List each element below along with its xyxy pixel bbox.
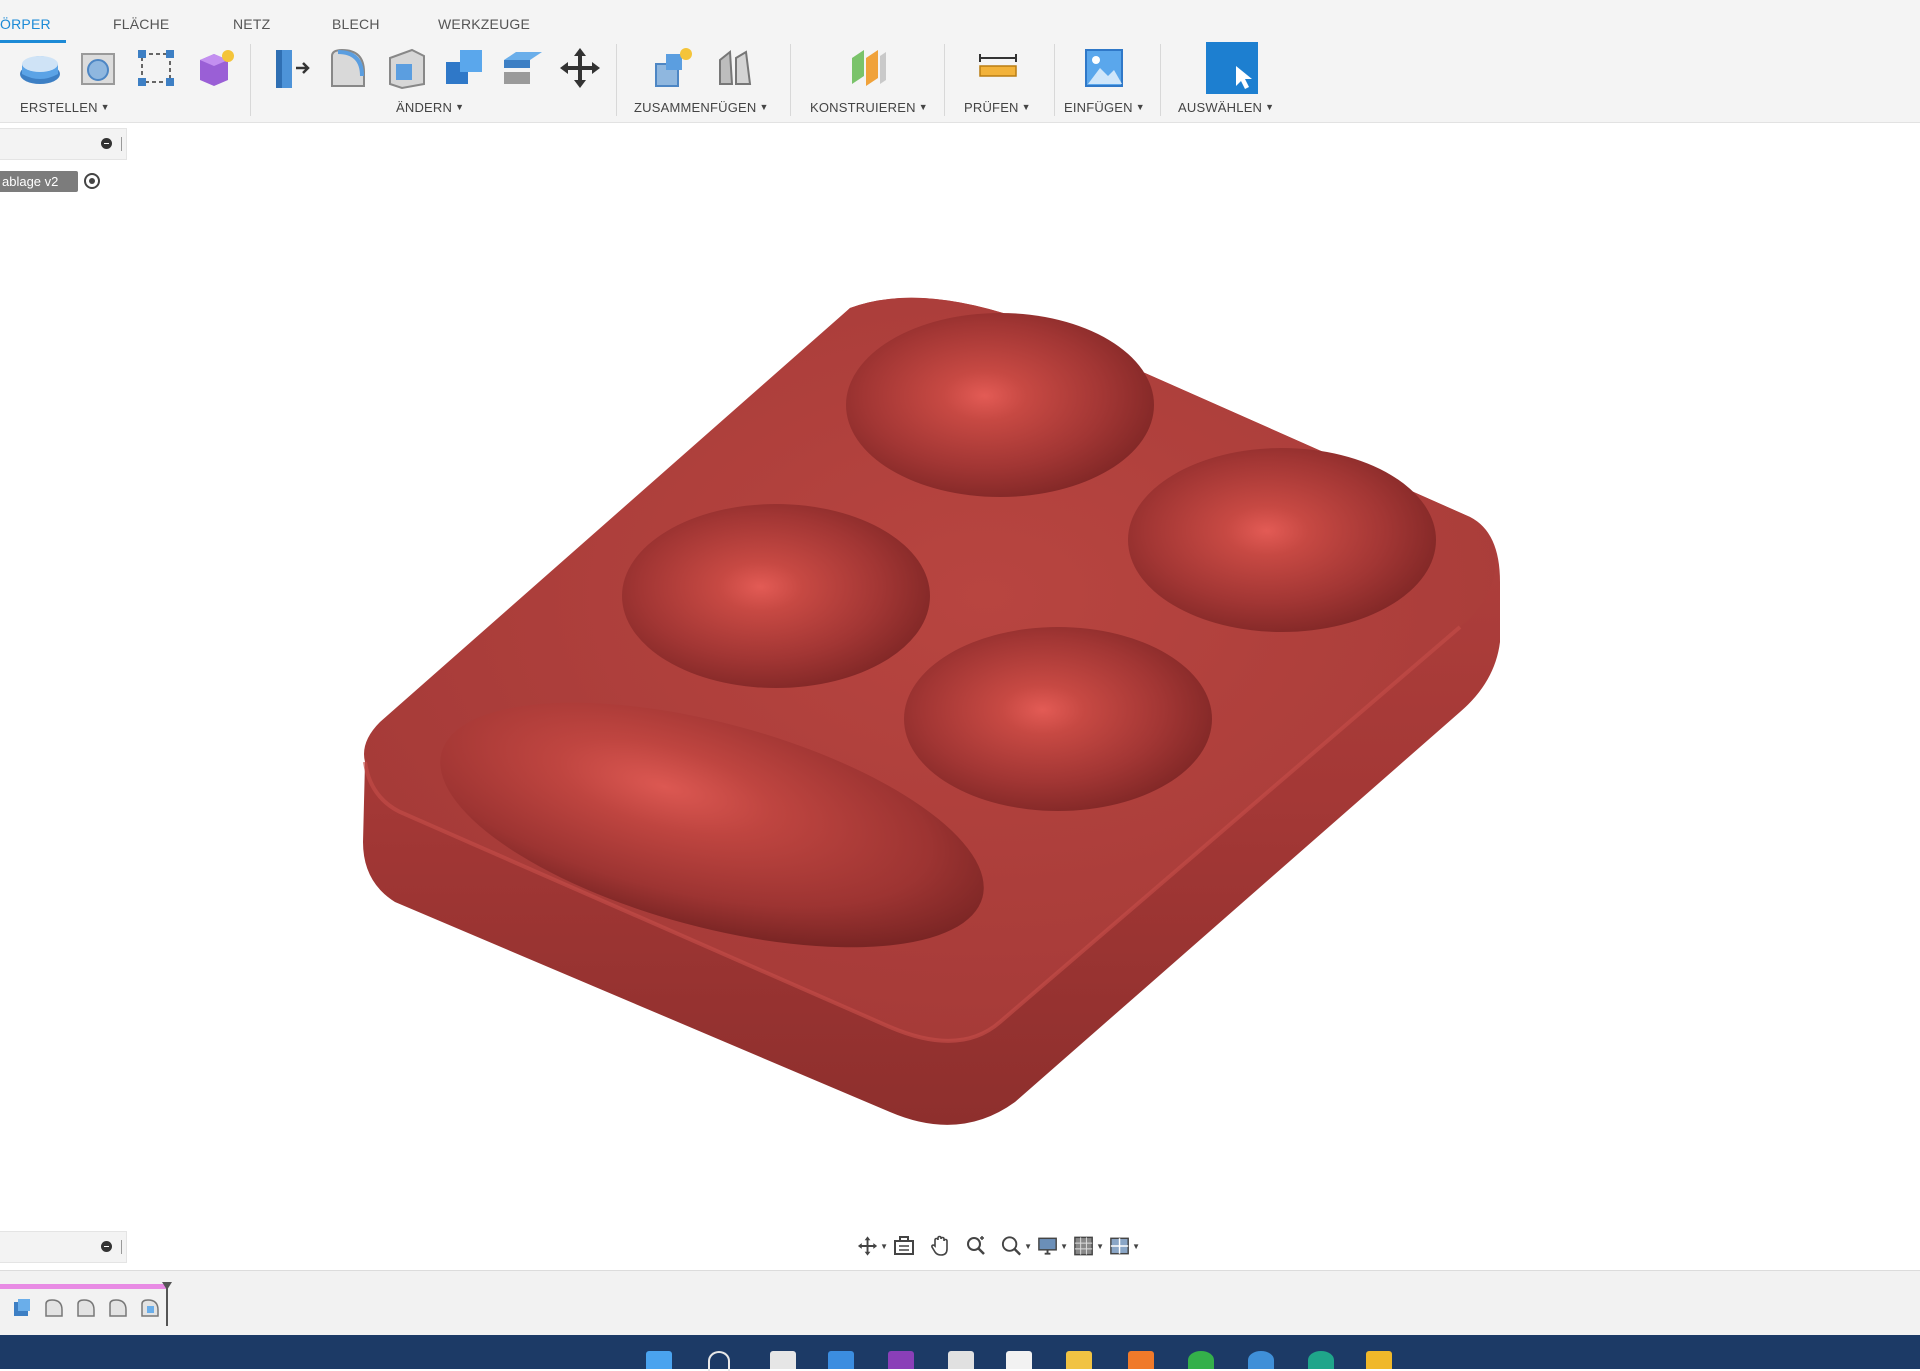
press-pull-icon[interactable]: [266, 44, 314, 92]
group-pruefen[interactable]: PRÜFEN ▼: [964, 100, 1031, 115]
active-tab-indicator: [0, 40, 66, 43]
whatsapp-icon[interactable]: [1188, 1351, 1214, 1369]
chevron-down-icon: ▼: [1096, 1241, 1104, 1251]
group-auswaehlen[interactable]: AUSWÄHLEN ▼: [1178, 100, 1274, 115]
round-well: [1128, 448, 1436, 632]
firefox-icon[interactable]: [1128, 1351, 1154, 1369]
chevron-down-icon: ▼: [918, 102, 928, 112]
timeline-feature-fillet-icon[interactable]: [106, 1296, 130, 1320]
search-icon[interactable]: [708, 1351, 730, 1371]
offset-plane-icon[interactable]: [844, 44, 892, 92]
measure-icon[interactable]: [974, 44, 1022, 92]
onenote-icon[interactable]: [888, 1351, 914, 1369]
chevron-down-icon: ▼: [880, 1241, 888, 1251]
new-component-icon[interactable]: [648, 44, 696, 92]
fillet-icon[interactable]: [324, 44, 372, 92]
tab-flaeche[interactable]: FLÄCHE: [113, 16, 169, 32]
form-icon[interactable]: [190, 44, 238, 92]
zoom-icon[interactable]: [964, 1233, 996, 1259]
contacts-icon[interactable]: [1006, 1351, 1032, 1369]
chevron-down-icon: ▼: [1132, 1241, 1140, 1251]
timeline-track[interactable]: [0, 1282, 172, 1326]
round-well: [846, 313, 1154, 497]
group-einfuegen[interactable]: EINFÜGEN ▼: [1064, 100, 1145, 115]
round-well: [622, 504, 930, 688]
tab-netz[interactable]: NETZ: [233, 16, 270, 32]
comments-panel-header[interactable]: [0, 1231, 127, 1263]
model-tray[interactable]: [0, 122, 1920, 1270]
windows-taskbar: [0, 1335, 1920, 1371]
group-label: AUSWÄHLEN: [1178, 100, 1263, 115]
joint-icon[interactable]: [710, 44, 758, 92]
chevron-down-icon: ▼: [100, 102, 110, 112]
timeline-feature-fillet-icon[interactable]: [74, 1296, 98, 1320]
folder-icon[interactable]: [1066, 1351, 1092, 1369]
group-zusammenfuegen[interactable]: ZUSAMMENFÜGEN ▼: [634, 100, 769, 115]
insert-image-icon[interactable]: [1080, 44, 1128, 92]
group-label: PRÜFEN: [964, 100, 1019, 115]
chevron-down-icon: ▼: [1135, 102, 1145, 112]
pan-icon[interactable]: [928, 1233, 960, 1259]
combine-icon[interactable]: [440, 44, 488, 92]
canvas-viewport[interactable]: [0, 122, 1920, 1270]
grid-icon[interactable]: ▼: [1072, 1233, 1104, 1259]
group-label: ERSTELLEN: [20, 100, 98, 115]
group-label: ÄNDERN: [396, 100, 453, 115]
toolbar-separator: [1054, 44, 1055, 116]
group-label: EINFÜGEN: [1064, 100, 1133, 115]
fusion-icon[interactable]: [1366, 1351, 1392, 1369]
group-erstellen[interactable]: ERSTELLEN ▼: [20, 100, 110, 115]
tab-blech[interactable]: BLECH: [332, 16, 380, 32]
orbit-icon[interactable]: ▼: [856, 1233, 888, 1259]
timeline-progress: [0, 1284, 166, 1289]
fit-icon[interactable]: ▼: [1000, 1233, 1032, 1259]
toolbar-separator: [1160, 44, 1161, 116]
group-label: ZUSAMMENFÜGEN: [634, 100, 757, 115]
panel-grip-handle[interactable]: [121, 1240, 122, 1254]
round-well: [904, 627, 1212, 811]
chevron-down-icon: ▼: [455, 102, 465, 112]
toolbar-separator: [250, 44, 251, 116]
chevron-down-icon: ▼: [1024, 1241, 1032, 1251]
toolbar-separator: [616, 44, 617, 116]
display-settings-icon[interactable]: ▼: [1036, 1233, 1068, 1259]
chevron-down-icon: ▼: [1060, 1241, 1068, 1251]
calendar-icon[interactable]: [948, 1351, 974, 1369]
shell-icon[interactable]: [382, 44, 430, 92]
group-aendern[interactable]: ÄNDERN ▼: [396, 100, 464, 115]
viewports-icon[interactable]: ▼: [1108, 1233, 1140, 1259]
toolbar-separator: [790, 44, 791, 116]
start-icon[interactable]: [646, 1351, 672, 1369]
browser-icon[interactable]: [1248, 1351, 1274, 1369]
extrude-icon[interactable]: [16, 44, 64, 92]
file-icon[interactable]: [770, 1351, 796, 1369]
select-icon[interactable]: [1206, 42, 1258, 94]
timeline: [0, 1270, 1920, 1336]
toolbar-separator: [944, 44, 945, 116]
chevron-down-icon: ▼: [1021, 102, 1031, 112]
timeline-feature-shell-icon[interactable]: [138, 1296, 162, 1320]
sketch-icon[interactable]: [132, 44, 180, 92]
edge-icon[interactable]: [1308, 1351, 1334, 1369]
timeline-marker[interactable]: [162, 1282, 172, 1326]
navigation-bar: ▼ ▼ ▼ ▼ ▼: [856, 1232, 1140, 1260]
group-label: KONSTRUIEREN: [810, 100, 916, 115]
toolbar: ÖRPER FLÄCHE NETZ BLECH WERKZEUGE ERSTEL…: [0, 0, 1920, 123]
chevron-down-icon: ▼: [759, 102, 769, 112]
task-view-icon[interactable]: [828, 1351, 854, 1369]
add-icon[interactable]: [101, 1241, 112, 1252]
move-icon[interactable]: [556, 44, 604, 92]
tab-werkzeuge[interactable]: WERKZEUGE: [438, 16, 530, 32]
revolve-icon[interactable]: [74, 44, 122, 92]
timeline-feature-extrude-icon[interactable]: [10, 1296, 34, 1320]
timeline-feature-fillet-icon[interactable]: [42, 1296, 66, 1320]
offset-face-icon[interactable]: [498, 44, 546, 92]
chevron-down-icon: ▼: [1265, 102, 1275, 112]
tab-koerper[interactable]: ÖRPER: [0, 16, 51, 32]
group-konstruieren[interactable]: KONSTRUIEREN ▼: [810, 100, 928, 115]
look-at-icon[interactable]: [892, 1233, 924, 1259]
